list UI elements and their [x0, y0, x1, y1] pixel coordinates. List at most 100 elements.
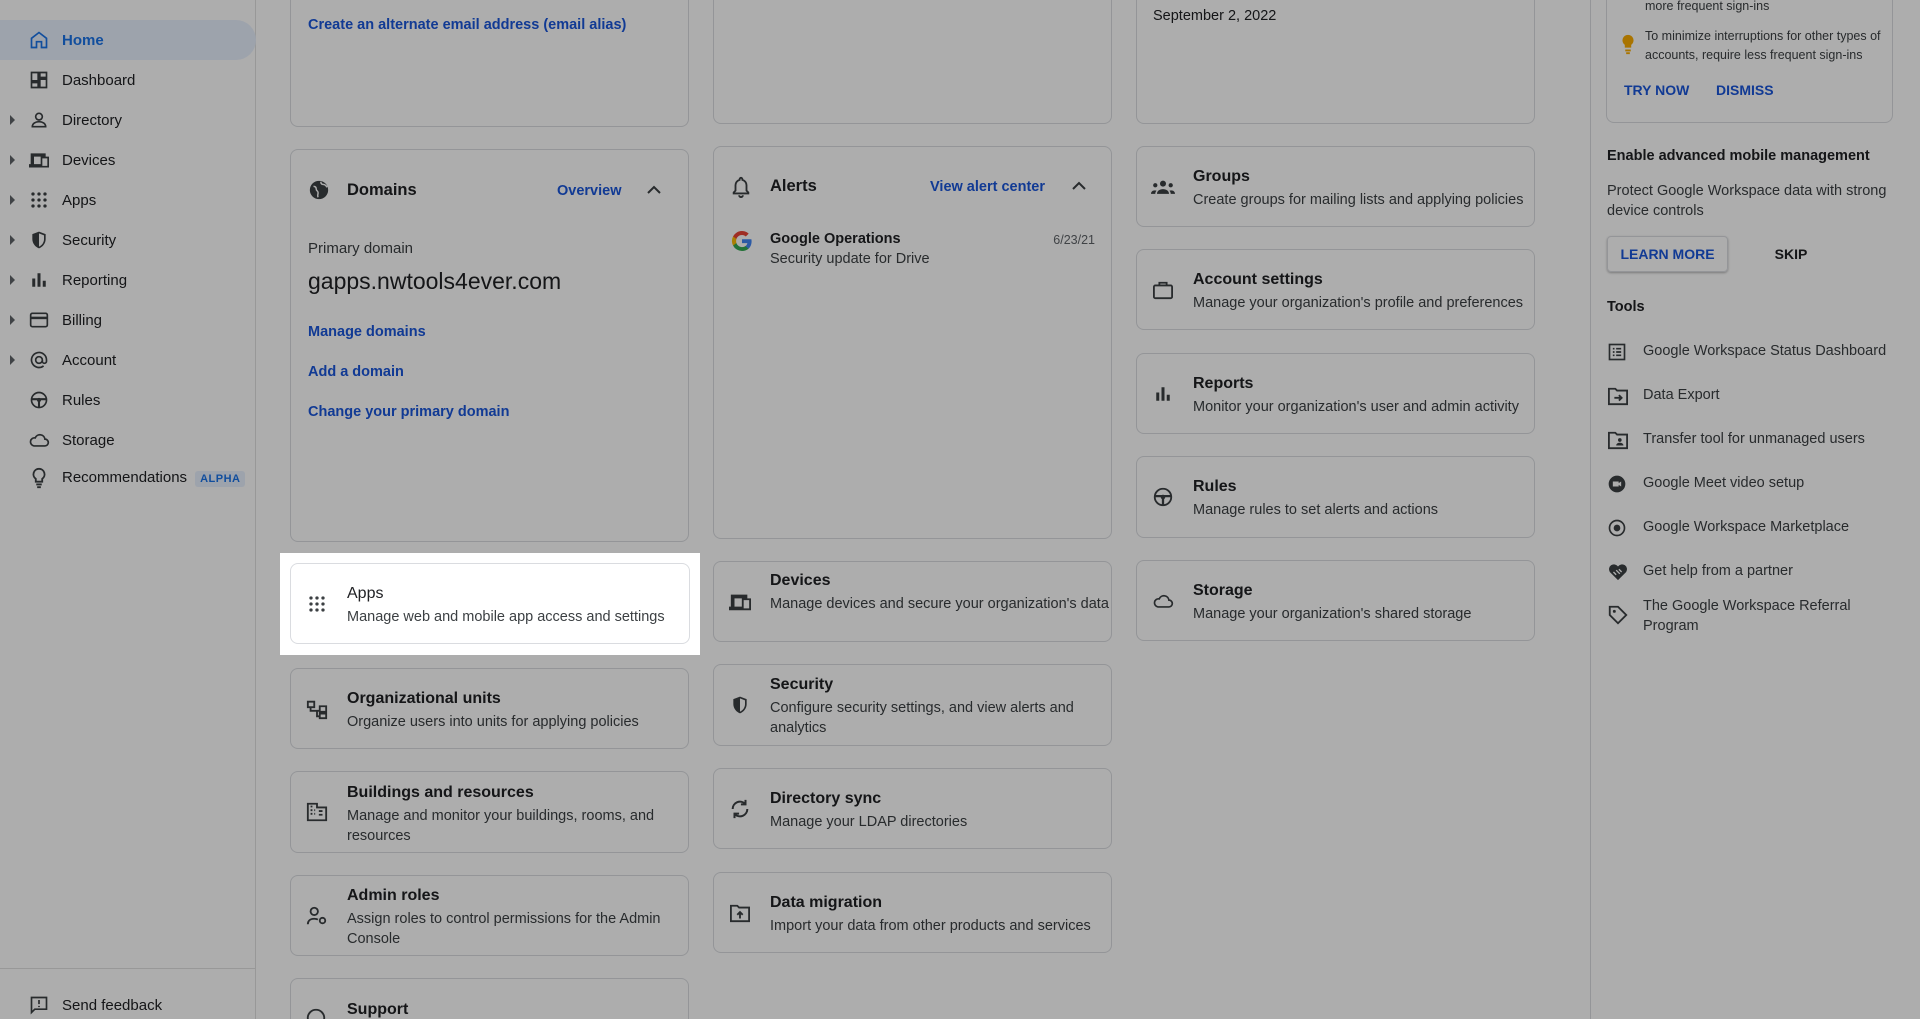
sidebar-item-recommendations[interactable]: Recommendations ALPHA — [0, 458, 256, 498]
account-settings-card[interactable]: Account settings Manage your organizatio… — [1136, 249, 1535, 330]
expand-arrow-icon[interactable] — [10, 275, 15, 285]
tool-label: Data Export — [1643, 387, 1720, 403]
sidebar-item-reporting[interactable]: Reporting — [0, 260, 256, 300]
directory-sync-card[interactable]: Directory sync Manage your LDAP director… — [713, 768, 1112, 849]
sidebar-item-devices[interactable]: Devices — [0, 140, 256, 180]
shield-icon — [27, 228, 51, 252]
collapse-chevron-icon[interactable] — [1072, 181, 1086, 191]
tool-data-export[interactable]: Data Export — [1607, 384, 1907, 408]
tool-status-dashboard[interactable]: Google Workspace Status Dashboard — [1607, 340, 1907, 364]
handshake-heart-icon — [1607, 562, 1629, 582]
sidebar-item-rules[interactable]: Rules — [0, 380, 256, 420]
sidebar-item-label-wrap: Recommendations ALPHA — [62, 469, 246, 487]
admin-roles-desc: Assign roles to control permissions for … — [347, 911, 661, 947]
alerts-title: Alerts — [770, 177, 817, 195]
expand-arrow-icon[interactable] — [10, 355, 15, 365]
sidebar-item-directory[interactable]: Directory — [0, 100, 256, 140]
buildings-card[interactable]: Buildings and resources Manage and monit… — [290, 771, 689, 853]
alpha-badge: ALPHA — [195, 471, 246, 487]
expand-arrow-icon[interactable] — [10, 155, 15, 165]
shield-icon — [728, 693, 752, 717]
devices-card[interactable]: Devices Manage devices and secure your o… — [713, 561, 1112, 642]
groups-card[interactable]: Groups Create groups for mailing lists a… — [1136, 146, 1535, 227]
apps-desc: Manage web and mobile app access and set… — [347, 609, 665, 625]
primary-domain-value: gapps.nwtools4ever.com — [308, 268, 562, 294]
storage-card[interactable]: Storage Manage your organization's share… — [1136, 560, 1535, 641]
skip-button[interactable]: SKIP — [1751, 236, 1831, 272]
globe-icon — [308, 179, 330, 201]
change-primary-domain-link[interactable]: Change your primary domain — [308, 404, 509, 420]
security-card[interactable]: Security Configure security settings, an… — [713, 664, 1112, 746]
data-migration-card[interactable]: Data migration Import your data from oth… — [713, 872, 1112, 953]
collapse-chevron-icon[interactable] — [647, 185, 661, 195]
dismiss-button[interactable]: DISMISS — [1716, 82, 1774, 98]
sidebar-item-label: Dashboard — [62, 71, 136, 89]
tool-meet-setup[interactable]: Google Meet video setup — [1607, 472, 1907, 496]
tool-label: The Google Workspace Referral Program — [1643, 598, 1851, 634]
groups-icon — [1151, 175, 1175, 199]
data-migration-title: Data migration — [770, 894, 883, 911]
domains-title: Domains — [347, 181, 417, 199]
rules-card[interactable]: Rules Manage rules to set alerts and act… — [1136, 456, 1535, 538]
expand-arrow-icon[interactable] — [10, 115, 15, 125]
try-now-button[interactable]: TRY NOW — [1624, 82, 1689, 98]
sidebar-item-security[interactable]: Security — [0, 220, 256, 260]
tool-label: Transfer tool for unmanaged users — [1643, 431, 1865, 447]
tool-transfer[interactable]: Transfer tool for unmanaged users — [1607, 428, 1907, 452]
tag-icon — [1607, 604, 1629, 626]
sidebar-item-account[interactable]: Account — [0, 340, 256, 380]
users-card: Create an alternate email address (email… — [290, 0, 689, 127]
tools-heading: Tools — [1607, 299, 1645, 315]
alert-text: Security update for Drive — [770, 251, 930, 267]
tool-referral-program[interactable]: The Google Workspace Referral Program — [1607, 596, 1907, 640]
alert-item[interactable]: Google Operations Security update for Dr… — [714, 229, 1111, 273]
expand-arrow-icon[interactable] — [10, 235, 15, 245]
sidebar-item-label: Billing — [62, 311, 103, 329]
add-domain-link[interactable]: Add a domain — [308, 364, 404, 380]
tool-marketplace[interactable]: Google Workspace Marketplace — [1607, 516, 1907, 540]
sidebar-item-apps[interactable]: Apps — [0, 180, 256, 220]
manage-domains-link[interactable]: Manage domains — [308, 324, 426, 340]
sidebar-item-dashboard[interactable]: Dashboard — [0, 60, 256, 100]
org-units-title: Organizational units — [347, 690, 501, 707]
sidebar-item-storage[interactable]: Storage — [0, 420, 256, 460]
account-settings-title: Account settings — [1193, 271, 1323, 288]
learn-more-button[interactable]: LEARN MORE — [1607, 236, 1728, 272]
building-icon — [305, 800, 329, 824]
sidebar-item-label: Recommendations — [62, 469, 188, 486]
security-desc: Configure security settings, and view al… — [770, 700, 1074, 736]
sidebar-item-label: Devices — [62, 151, 116, 169]
tool-partner-help[interactable]: Get help from a partner — [1607, 560, 1907, 584]
apps-title: Apps — [347, 585, 384, 602]
sidebar-item-label: Directory — [62, 111, 123, 129]
org-units-card[interactable]: Organizational units Organize users into… — [290, 668, 689, 749]
admin-roles-icon — [305, 904, 329, 928]
expand-arrow-icon[interactable] — [10, 195, 15, 205]
account-settings-desc: Manage your organization's profile and p… — [1193, 295, 1524, 311]
cloud-icon — [27, 428, 51, 452]
support-card[interactable]: Support — [290, 978, 689, 1019]
security-title: Security — [770, 676, 834, 693]
briefcase-icon — [1151, 278, 1175, 302]
create-email-alias-link[interactable]: Create an alternate email address (email… — [308, 17, 626, 33]
admin-roles-card[interactable]: Admin roles Assign roles to control perm… — [290, 875, 689, 956]
support-icon — [305, 1007, 327, 1019]
view-alert-center-link[interactable]: View alert center — [930, 179, 1045, 195]
apps-card[interactable]: Apps Manage web and mobile app access an… — [290, 563, 690, 644]
domains-overview-link[interactable]: Overview — [557, 183, 622, 199]
sidebar-item-label: Security — [62, 231, 117, 249]
rules-title: Rules — [1193, 478, 1237, 495]
dashboard-list-icon — [1607, 342, 1627, 362]
sidebar-item-billing[interactable]: Billing — [0, 300, 256, 340]
signin-tip-card: more frequent sign-ins To minimize inter… — [1606, 0, 1893, 123]
devices-desc: Manage devices and secure your organizat… — [770, 596, 1109, 612]
sidebar-item-home[interactable]: Home — [0, 20, 256, 60]
send-feedback-button[interactable]: Send feedback — [0, 985, 256, 1019]
dashboard-icon — [27, 68, 51, 92]
tip-text: To minimize interruptions for other type… — [1645, 29, 1881, 62]
right-panel: more frequent sign-ins To minimize inter… — [1591, 0, 1920, 1019]
at-sign-icon — [27, 348, 51, 372]
reports-desc: Monitor your organization's user and adm… — [1193, 399, 1519, 415]
reports-card[interactable]: Reports Monitor your organization's user… — [1136, 353, 1535, 434]
expand-arrow-icon[interactable] — [10, 315, 15, 325]
